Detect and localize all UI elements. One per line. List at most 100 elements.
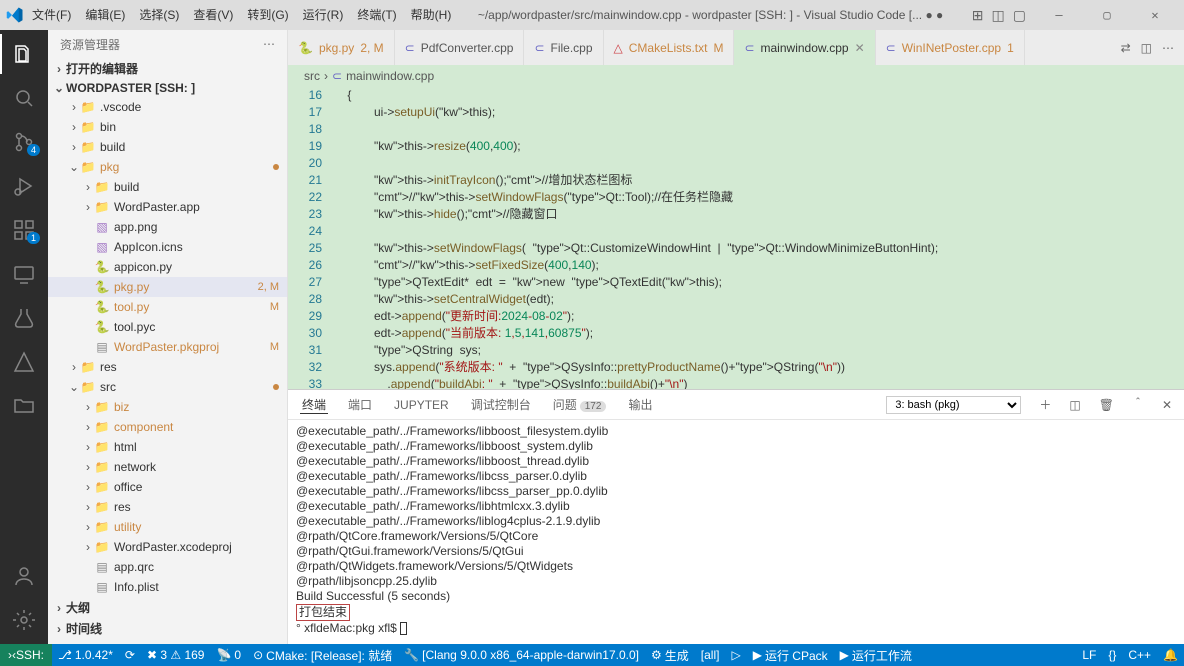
compare-icon[interactable]: ⇄ (1121, 41, 1131, 55)
activity-extensions[interactable]: 1 (0, 210, 48, 250)
activity-search[interactable] (0, 78, 48, 118)
panel-tab-debug[interactable]: 调试控制台 (469, 396, 533, 413)
status-eol[interactable]: LF (1076, 648, 1102, 662)
terminal-output[interactable]: @executable_path/../Frameworks/libboost_… (288, 420, 1184, 644)
tree-item[interactable]: ›📁component (48, 417, 287, 437)
editor-tab[interactable]: 🐍pkg.py2, M (288, 30, 395, 65)
menu-select[interactable]: 选择(S) (133, 0, 185, 30)
menu-terminal[interactable]: 终端(T) (351, 0, 402, 30)
explorer-sidebar: 资源管理器 ⋯ ›打开的编辑器 ⌄WORDPASTER [SSH: ] ›📁.v… (48, 30, 288, 644)
split-terminal-icon[interactable]: ◫ (1069, 398, 1080, 412)
activity-cmake[interactable] (0, 342, 48, 382)
menu-go[interactable]: 转到(G) (241, 0, 294, 30)
scm-badge: 4 (27, 144, 40, 156)
panel-tab-terminal[interactable]: 终端 (300, 396, 328, 414)
tree-item[interactable]: ⌄📁pkg (48, 157, 287, 177)
activity-settings[interactable] (0, 600, 48, 640)
code-editor[interactable]: 161718192021222324252627282930313233 { u… (288, 87, 1184, 389)
tree-item[interactable]: 🐍tool.pyc (48, 317, 287, 337)
file-tree: ›📁.vscode›📁bin›📁build⌄📁pkg›📁build›📁WordP… (48, 97, 287, 597)
sidebar-more-icon[interactable]: ⋯ (263, 37, 275, 51)
kill-terminal-icon[interactable]: 🗑 (1099, 398, 1114, 412)
customize-layout-icon[interactable]: ▢ (1013, 7, 1026, 24)
tree-item[interactable]: ▧app.png (48, 217, 287, 237)
tree-item[interactable]: 🐍pkg.py2, M (48, 277, 287, 297)
menu-help[interactable]: 帮助(H) (405, 0, 458, 30)
window-title: ~/app/wordpaster/src/mainwindow.cpp - wo… (459, 8, 961, 22)
menu-file[interactable]: 文件(F) (26, 0, 77, 30)
activity-folder[interactable] (0, 386, 48, 426)
activity-scm[interactable]: 4 (0, 122, 48, 162)
tree-item[interactable]: ›📁build (48, 137, 287, 157)
minimize-button[interactable]: — (1036, 8, 1082, 22)
activity-testing[interactable] (0, 298, 48, 338)
status-debug[interactable]: ▷ (725, 648, 746, 662)
terminal-selector[interactable]: 3: bash (pkg) (886, 396, 1021, 414)
status-ports[interactable]: 📡 0 (210, 648, 247, 662)
panel-tab-output[interactable]: 输出 (626, 396, 654, 413)
tree-item[interactable]: ▧AppIcon.icns (48, 237, 287, 257)
menu-view[interactable]: 查看(V) (187, 0, 239, 30)
tree-item[interactable]: ›📁html (48, 437, 287, 457)
tree-item[interactable]: ›📁res (48, 497, 287, 517)
tree-item[interactable]: 🐍tool.pyM (48, 297, 287, 317)
activity-bar: 4 1 (0, 30, 48, 644)
editor-tab[interactable]: ⊂PdfConverter.cpp (395, 30, 525, 65)
open-editors-section[interactable]: ›打开的编辑器 (48, 58, 287, 79)
activity-explorer[interactable] (0, 34, 48, 74)
tree-item[interactable]: ▤Info.plist (48, 577, 287, 597)
status-branch[interactable]: ⎇ 1.0.42* (52, 648, 119, 662)
panel-tab-jupyter[interactable]: JUPYTER (392, 398, 451, 412)
breadcrumbs[interactable]: src › ⊂ mainwindow.cpp (288, 65, 1184, 87)
tree-item[interactable]: ›📁network (48, 457, 287, 477)
tree-item[interactable]: ⌄📁src (48, 377, 287, 397)
editor-tab[interactable]: ⊂WinINetPoster.cpp1 (876, 30, 1025, 65)
status-bell[interactable]: 🔔 (1157, 648, 1184, 662)
new-terminal-icon[interactable]: ＋ (1039, 396, 1051, 413)
folder-root[interactable]: ⌄WORDPASTER [SSH: ] (48, 79, 287, 97)
status-run-workflow[interactable]: ▶ 运行工作流 (834, 647, 918, 664)
tree-item[interactable]: ›📁utility (48, 517, 287, 537)
split-editor-icon[interactable]: ◫ (1141, 41, 1152, 55)
tree-item[interactable]: ›📁WordPaster.xcodeproj (48, 537, 287, 557)
tree-item[interactable]: ›📁.vscode (48, 97, 287, 117)
toggle-panel-icon[interactable]: ⊞ (972, 7, 984, 24)
tree-item[interactable]: 🐍appicon.py (48, 257, 287, 277)
tree-item[interactable]: ›📁biz (48, 397, 287, 417)
status-remote[interactable]: ›‹ SSH: (0, 644, 52, 666)
close-button[interactable]: ✕ (1132, 8, 1178, 22)
status-lang[interactable]: C++ (1122, 648, 1157, 662)
status-enc[interactable]: {} (1102, 648, 1122, 662)
tree-item[interactable]: ›📁office (48, 477, 287, 497)
tree-item[interactable]: ›📁bin (48, 117, 287, 137)
tree-item[interactable]: ›📁res (48, 357, 287, 377)
tree-item[interactable]: ▤WordPaster.pkgprojM (48, 337, 287, 357)
status-sync[interactable]: ⟳ (119, 648, 141, 662)
maximize-button[interactable]: ▢ (1084, 8, 1130, 22)
activity-remote[interactable] (0, 254, 48, 294)
menu-edit[interactable]: 编辑(E) (79, 0, 131, 30)
status-target[interactable]: [all] (695, 648, 726, 662)
panel-tab-problems[interactable]: 问题172 (551, 396, 609, 413)
editor-tab[interactable]: △CMakeLists.txtM (604, 30, 735, 65)
menu-run[interactable]: 运行(R) (297, 0, 350, 30)
panel-tab-ports[interactable]: 端口 (346, 396, 374, 413)
activity-debug[interactable] (0, 166, 48, 206)
timeline-section[interactable]: ›时间线 (48, 618, 287, 639)
tree-item[interactable]: ›📁WordPaster.app (48, 197, 287, 217)
status-build[interactable]: ⚙ 生成 (645, 647, 695, 664)
activity-account[interactable] (0, 556, 48, 596)
tree-item[interactable]: ›📁build (48, 177, 287, 197)
editor-tab[interactable]: ⊂mainwindow.cpp✕ (734, 30, 875, 65)
status-cmake[interactable]: ⊙ CMake: [Release]: 就绪 (247, 647, 398, 664)
status-problems[interactable]: ✖ 3 ⚠ 169 (141, 648, 211, 662)
editor-tab[interactable]: ⊂File.cpp (524, 30, 603, 65)
toggle-sidebar-icon[interactable]: ◫ (992, 7, 1005, 24)
more-actions-icon[interactable]: ⋯ (1162, 41, 1174, 55)
status-kit[interactable]: 🔧 [Clang 9.0.0 x86_64-apple-darwin17.0.0… (398, 648, 645, 662)
status-run-cpack[interactable]: ▶ 运行 CPack (747, 647, 834, 664)
outline-section[interactable]: ›大纲 (48, 597, 287, 618)
close-panel-icon[interactable]: ✕ (1162, 398, 1172, 412)
maximize-panel-icon[interactable]: ＾ (1132, 396, 1144, 413)
tree-item[interactable]: ▤app.qrc (48, 557, 287, 577)
